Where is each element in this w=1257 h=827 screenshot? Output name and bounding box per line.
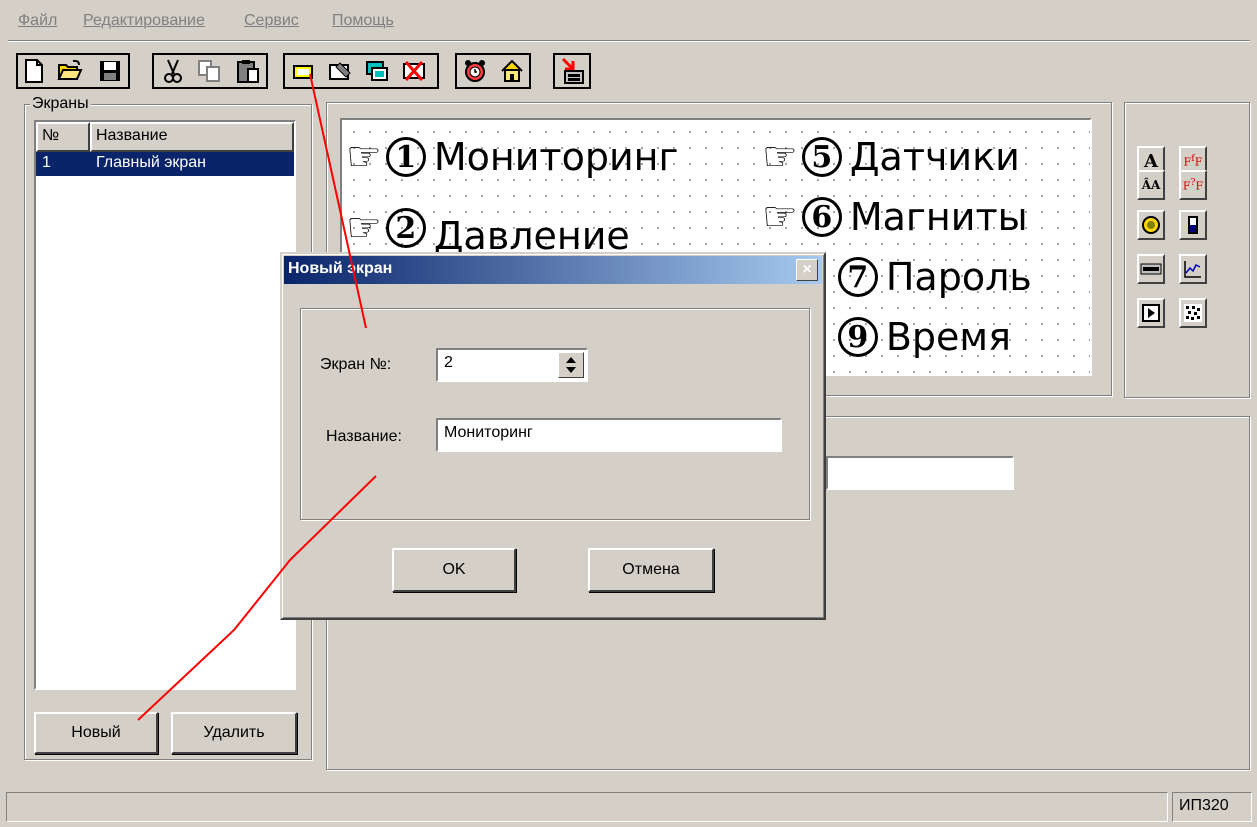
bitmap-icon[interactable]: [1179, 298, 1207, 328]
bar-gauge-icon[interactable]: [1179, 210, 1207, 240]
preview-label: Мониторинг: [433, 135, 679, 179]
preview-num: 7: [837, 257, 878, 297]
column-header-name[interactable]: Название: [90, 122, 294, 152]
dynamic-formula-icon[interactable]: F?F: [1179, 170, 1207, 200]
screens-group-label: Экраны: [30, 95, 91, 113]
menu-service[interactable]: Сервис: [244, 12, 299, 30]
dynamic-text-icon[interactable]: ÂA: [1137, 170, 1165, 200]
copy-screen-icon[interactable]: [362, 55, 392, 87]
menu-separator: [8, 40, 1250, 42]
preview-line-7[interactable]: ☞ 7 Пароль: [798, 254, 1032, 300]
preview-label: Датчики: [849, 135, 1020, 179]
open-folder-icon[interactable]: [55, 55, 85, 87]
new-screen-dialog: Новый экран × Экран №: 2 Название: Монит…: [280, 252, 826, 620]
row-number: 1: [42, 154, 51, 171]
preview-num: 6: [801, 197, 842, 237]
status-device: ИП320: [1172, 792, 1252, 822]
close-icon[interactable]: ×: [796, 259, 818, 281]
menu-file[interactable]: Файл: [18, 12, 57, 30]
list-item[interactable]: 1 Главный экран: [36, 152, 294, 176]
delete-screen-icon[interactable]: [399, 55, 429, 87]
cut-icon[interactable]: [158, 55, 188, 87]
screen-properties-icon[interactable]: [325, 55, 355, 87]
export-icon[interactable]: [557, 55, 587, 87]
delete-screen-button[interactable]: Удалить: [171, 712, 297, 754]
status-bar: [6, 792, 1168, 822]
menu-bar: Файл Редактирование Сервис Помощь: [0, 0, 1257, 34]
screen-name-label: Название:: [326, 428, 402, 445]
trend-chart-icon[interactable]: [1179, 254, 1207, 284]
pointing-hand-icon: ☞: [346, 205, 382, 251]
preview-label: Магниты: [849, 195, 1028, 239]
spinner-arrows-icon[interactable]: [558, 352, 584, 378]
pointing-hand-icon: ☞: [762, 194, 798, 240]
preview-num: 5: [801, 137, 842, 177]
preview-line-5[interactable]: ☞ 5 Датчики: [762, 134, 1020, 180]
preview-num: 9: [837, 317, 878, 357]
property-field[interactable]: [826, 456, 1014, 490]
menu-edit[interactable]: Редактирование: [83, 12, 205, 30]
preview-num: 1: [385, 137, 426, 177]
pointing-hand-icon: ☞: [762, 134, 798, 180]
preview-line-2[interactable]: ☞ 2 Давление: [346, 198, 630, 258]
preview-label: Время: [885, 315, 1011, 359]
ok-button[interactable]: OK: [392, 548, 516, 592]
new-screen-icon[interactable]: [288, 55, 318, 87]
dialog-title-bar[interactable]: Новый экран ×: [284, 256, 822, 284]
screen-number-spinner[interactable]: 2: [436, 348, 588, 382]
preview-line-6[interactable]: ☞ 6 Магниты: [762, 194, 1028, 240]
cancel-button[interactable]: Отмена: [588, 548, 714, 592]
preview-line-1[interactable]: ☞ 1 Мониторинг: [346, 134, 678, 180]
screen-number-value: 2: [444, 354, 453, 371]
preview-line-9[interactable]: ☞ 9 Время: [798, 314, 1011, 360]
screens-list[interactable]: № Название 1 Главный экран: [34, 120, 296, 690]
save-icon[interactable]: [95, 55, 125, 87]
lamp-icon[interactable]: [1137, 210, 1165, 240]
pointing-hand-icon: ☞: [346, 134, 382, 180]
paste-icon[interactable]: [233, 55, 263, 87]
menu-help[interactable]: Помощь: [332, 12, 394, 30]
dialog-title: Новый экран: [288, 260, 393, 277]
dialog-fields-group: [300, 308, 810, 520]
row-name: Главный экран: [96, 154, 207, 171]
screen-name-input[interactable]: Мониторинг: [436, 418, 782, 452]
column-header-number[interactable]: №: [36, 122, 90, 152]
screen-number-label: Экран №:: [320, 356, 392, 373]
new-screen-button[interactable]: Новый: [34, 712, 158, 754]
preview-num: 2: [385, 208, 426, 248]
alarm-icon[interactable]: [460, 55, 490, 87]
button-tool-icon[interactable]: [1137, 298, 1165, 328]
preview-label: Пароль: [885, 255, 1032, 299]
numeric-display-icon[interactable]: [1137, 254, 1165, 284]
new-file-icon[interactable]: [19, 55, 49, 87]
copy-icon[interactable]: [194, 55, 224, 87]
home-icon[interactable]: [497, 55, 527, 87]
